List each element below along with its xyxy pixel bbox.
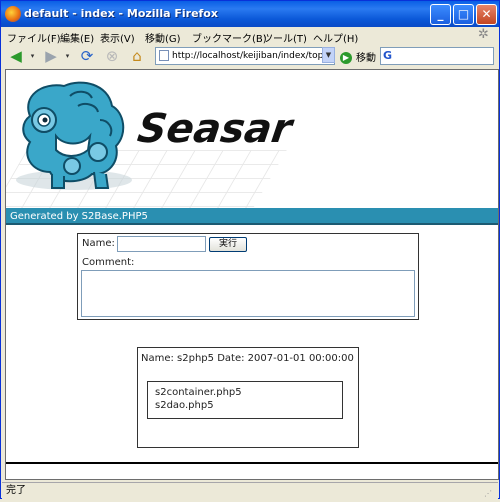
post-body: s2container.php5 s2dao.php5 xyxy=(147,381,343,419)
back-arrow-icon[interactable]: ◀ xyxy=(5,46,27,66)
generated-by-bar: Generated by S2Base.PHP5 xyxy=(6,208,498,225)
browser-window: default - index - Mozilla Firefox _ □ ✕ … xyxy=(0,0,500,499)
address-text: http://localhost/keijiban/index/top xyxy=(172,51,324,61)
title-bar[interactable]: default - index - Mozilla Firefox _ □ ✕ xyxy=(1,1,499,27)
menu-bookmarks[interactable]: ブックマーク(B) xyxy=(192,30,267,45)
post-body-line: s2dao.php5 xyxy=(155,400,214,411)
go-label: 移動 xyxy=(356,53,376,64)
go-button[interactable]: ▶ 移動 xyxy=(340,49,376,64)
go-arrow-icon: ▶ xyxy=(340,52,352,64)
comment-label: Comment: xyxy=(82,257,135,268)
post-form: Name: 実行 Comment: xyxy=(77,233,419,320)
seasar-logo-text: Seasar xyxy=(134,106,295,152)
back-dropdown-icon[interactable]: ▾ xyxy=(28,46,37,66)
name-input[interactable] xyxy=(117,236,206,252)
name-label: Name: xyxy=(82,238,115,249)
window-title: default - index - Mozilla Firefox xyxy=(24,7,218,20)
google-search-icon[interactable]: G xyxy=(383,49,392,62)
footer-divider xyxy=(6,462,498,464)
submit-button[interactable]: 実行 xyxy=(209,237,247,252)
search-box[interactable]: G xyxy=(380,47,494,65)
home-icon[interactable]: ⌂ xyxy=(126,46,148,66)
menu-help[interactable]: ヘルプ(H) xyxy=(313,30,358,45)
menu-view[interactable]: 表示(V) xyxy=(100,30,135,45)
page-icon xyxy=(159,50,169,61)
throbber-icon: ✲ xyxy=(478,27,489,42)
close-button[interactable]: ✕ xyxy=(476,4,497,25)
forward-arrow-icon[interactable]: ▶ xyxy=(40,46,62,66)
shisa-mascot-icon xyxy=(16,81,132,190)
resize-grip-icon[interactable]: ⋰ xyxy=(484,486,496,498)
maximize-button[interactable]: □ xyxy=(453,4,474,25)
menu-go[interactable]: 移動(G) xyxy=(145,30,181,45)
navigation-toolbar: ◀ ▾ ▶ ▾ ⟳ ⊗ ⌂ http://localhost/keijiban/… xyxy=(2,45,498,67)
minimize-button[interactable]: _ xyxy=(430,4,451,25)
menu-file[interactable]: ファイル(F) xyxy=(7,30,61,45)
page-content: Seasar Generated by S2Base.PHP5 Name: 実行… xyxy=(5,69,499,480)
address-bar[interactable]: http://localhost/keijiban/index/top xyxy=(155,47,335,65)
status-text: 完了 xyxy=(6,485,26,496)
menu-edit[interactable]: 編集(E) xyxy=(60,30,94,45)
post-entry: Name: s2php5 Date: 2007-01-01 00:00:00 s… xyxy=(137,347,359,448)
forward-dropdown-icon[interactable]: ▾ xyxy=(63,46,72,66)
stop-icon[interactable]: ⊗ xyxy=(101,46,123,66)
post-meta: Name: s2php5 Date: 2007-01-01 00:00:00 xyxy=(141,353,354,364)
address-dropdown-icon[interactable]: ▼ xyxy=(322,47,335,63)
reload-icon[interactable]: ⟳ xyxy=(76,46,98,66)
seasar-header: Seasar xyxy=(6,70,498,208)
menu-bar: ファイル(F) 編集(E) 表示(V) 移動(G) ブックマーク(B) ツール(… xyxy=(2,27,498,46)
comment-textarea[interactable] xyxy=(81,270,415,317)
firefox-icon[interactable] xyxy=(5,6,21,22)
post-body-line: s2container.php5 xyxy=(155,387,242,398)
status-bar: 完了 ⋰ xyxy=(2,482,498,499)
menu-tools[interactable]: ツール(T) xyxy=(263,30,307,45)
